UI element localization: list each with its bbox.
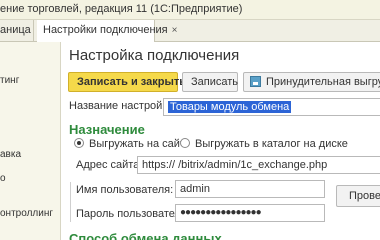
radio-upload-to-site-label: Выгружать на сайт [89, 138, 185, 150]
check-connection-button[interactable]: Провер [336, 185, 380, 207]
username-field[interactable]: admin [175, 180, 325, 198]
section-exchange-title: Способ обмена данных [69, 231, 222, 240]
tab-connection-settings[interactable]: Настройки подключения × [37, 20, 177, 43]
radio-upload-to-catalog-label: Выгружать в каталог на диске [195, 138, 348, 150]
group-divider [70, 182, 71, 222]
force-upload-label: Принудительная выгрузка к [266, 76, 380, 88]
close-icon[interactable]: × [172, 25, 178, 36]
username-label: Имя пользователя: [76, 184, 174, 196]
password-field[interactable]: ●●●●●●●●●●●●●●●● [175, 204, 325, 222]
site-address-label: Адрес сайта: [76, 159, 143, 171]
settings-name-label: Название настройки: [69, 100, 177, 112]
radio-upload-to-catalog[interactable]: Выгружать в каталог на диске [180, 138, 348, 150]
settings-name-value: Товары модуль обмена [168, 101, 292, 113]
sidebar-item-marketing[interactable]: тинг [0, 75, 19, 86]
settings-form: Настройка подключения Записать и закрыть… [62, 42, 380, 240]
sidebar-item-controlling[interactable]: онтроллинг [0, 208, 53, 219]
save-and-close-button[interactable]: Записать и закрыть [68, 72, 186, 92]
tab-connection-settings-label: Настройки подключения [43, 24, 168, 36]
sidebar: тинг авка о онтроллинг [0, 42, 61, 240]
tab-home[interactable]: аница [0, 20, 34, 42]
tab-bar: аница Настройки подключения × [0, 20, 380, 43]
window-title: ение торговлей, редакция 11 (1С:Предприя… [0, 3, 243, 15]
write-button[interactable]: Записать [182, 72, 238, 92]
radio-upload-to-site[interactable]: Выгружать на сайт [74, 138, 185, 150]
password-label: Пароль пользователя: [76, 208, 190, 220]
page-title: Настройка подключения [69, 47, 240, 64]
upload-icon [250, 76, 261, 87]
sidebar-item-misc[interactable]: о [0, 173, 6, 184]
radio-selected-icon [74, 138, 84, 148]
settings-name-field[interactable]: Товары модуль обмена [163, 98, 380, 116]
site-address-field[interactable]: https:// /bitrix/admin/1c_exchange.php [137, 156, 380, 174]
section-purpose-title: Назначение [69, 122, 145, 137]
sidebar-item-delivery[interactable]: авка [0, 149, 21, 160]
window-titlebar: ение торговлей, редакция 11 (1С:Предприя… [0, 0, 380, 20]
radio-unselected-icon [180, 138, 190, 148]
tab-home-label: аница [0, 24, 31, 36]
force-upload-button[interactable]: Принудительная выгрузка к [243, 72, 380, 92]
